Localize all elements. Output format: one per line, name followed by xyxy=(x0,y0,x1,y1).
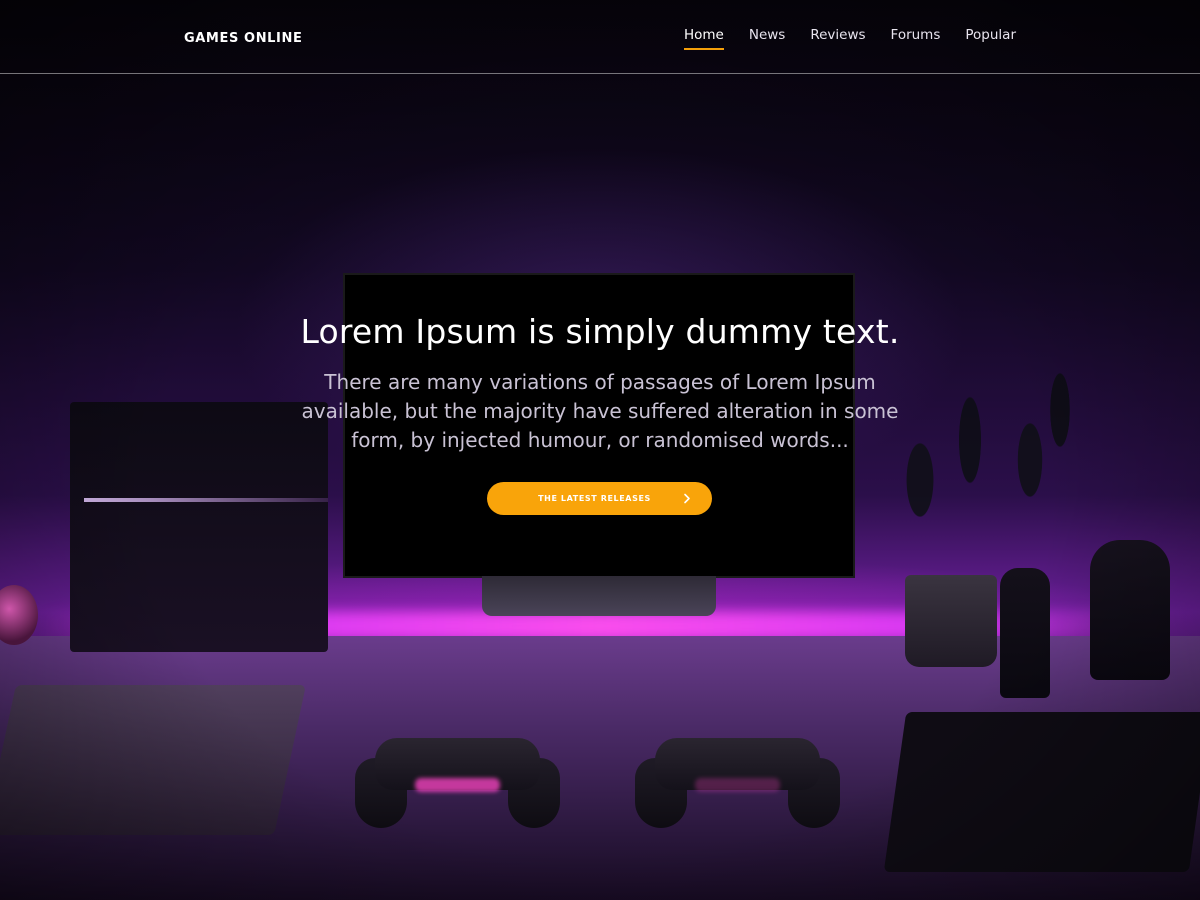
hero-description: There are many variations of passages of… xyxy=(301,370,899,452)
site-logo[interactable]: GAMES ONLINE xyxy=(184,31,302,46)
nav-item-forums[interactable]: Forums xyxy=(891,27,941,50)
background-controller-left xyxy=(355,728,560,828)
background-speaker-led xyxy=(84,498,328,502)
page: GAMES ONLINE Home News Reviews Forums Po… xyxy=(0,0,1200,900)
latest-releases-button-label: THE LATEST RELEASES xyxy=(538,494,651,503)
hero-title: Lorem Ipsum is simply dummy text. xyxy=(300,312,900,351)
chevron-right-icon xyxy=(684,493,690,504)
site-header: GAMES ONLINE Home News Reviews Forums Po… xyxy=(0,0,1200,74)
nav-item-reviews[interactable]: Reviews xyxy=(810,27,865,50)
background-figurine-2 xyxy=(1090,540,1170,680)
background-monitor-stand xyxy=(482,576,716,616)
background-laptop xyxy=(0,685,306,835)
background-plant-pot xyxy=(905,575,997,667)
background-controller-right xyxy=(635,728,840,828)
nav-item-popular[interactable]: Popular xyxy=(965,27,1016,50)
background-figurine xyxy=(1000,568,1050,698)
nav-item-news[interactable]: News xyxy=(749,27,785,50)
main-nav: Home News Reviews Forums Popular xyxy=(683,27,1016,50)
nav-item-home[interactable]: Home xyxy=(683,27,724,50)
background-mousepad xyxy=(883,712,1200,872)
latest-releases-button[interactable]: THE LATEST RELEASES xyxy=(487,482,712,515)
hero-section: Lorem Ipsum is simply dummy text. There … xyxy=(280,310,920,515)
